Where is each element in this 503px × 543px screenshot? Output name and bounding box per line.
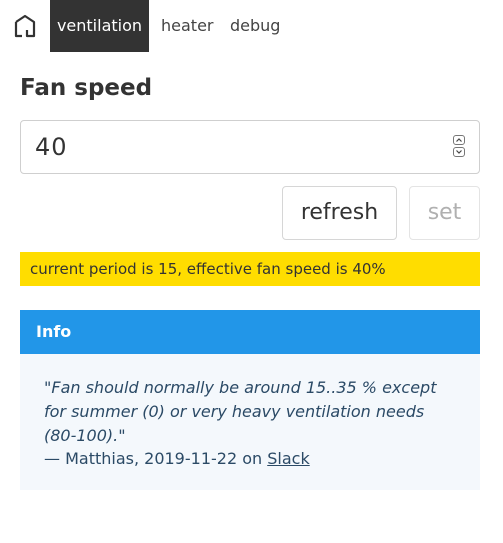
- status-banner: current period is 15, effective fan spee…: [20, 252, 480, 286]
- info-attribution: — Matthias, 2019-11-22 on Slack: [44, 448, 310, 470]
- slack-link[interactable]: Slack: [267, 449, 309, 468]
- house-icon[interactable]: [13, 14, 37, 38]
- page-title: Fan speed: [20, 75, 153, 101]
- attribution-text: — Matthias, 2019-11-22 on: [44, 449, 268, 468]
- info-panel: "Fan should normally be around 15..35 % …: [20, 354, 480, 490]
- set-button[interactable]: set: [409, 186, 480, 240]
- tab-heater[interactable]: heater: [161, 0, 213, 52]
- fan-speed-value[interactable]: 40: [35, 121, 68, 173]
- info-quote: "Fan should normally be around 15..35 % …: [44, 378, 437, 445]
- tab-debug[interactable]: debug: [230, 0, 280, 52]
- fan-speed-input[interactable]: 40: [20, 120, 480, 174]
- tab-ventilation[interactable]: ventilation: [50, 0, 149, 52]
- info-header: Info: [20, 310, 480, 354]
- stepper-down-icon[interactable]: [453, 147, 465, 157]
- refresh-button[interactable]: refresh: [282, 186, 397, 240]
- stepper-up-icon[interactable]: [453, 135, 465, 145]
- number-stepper[interactable]: [453, 135, 465, 159]
- top-nav: ventilation heater debug: [0, 0, 503, 52]
